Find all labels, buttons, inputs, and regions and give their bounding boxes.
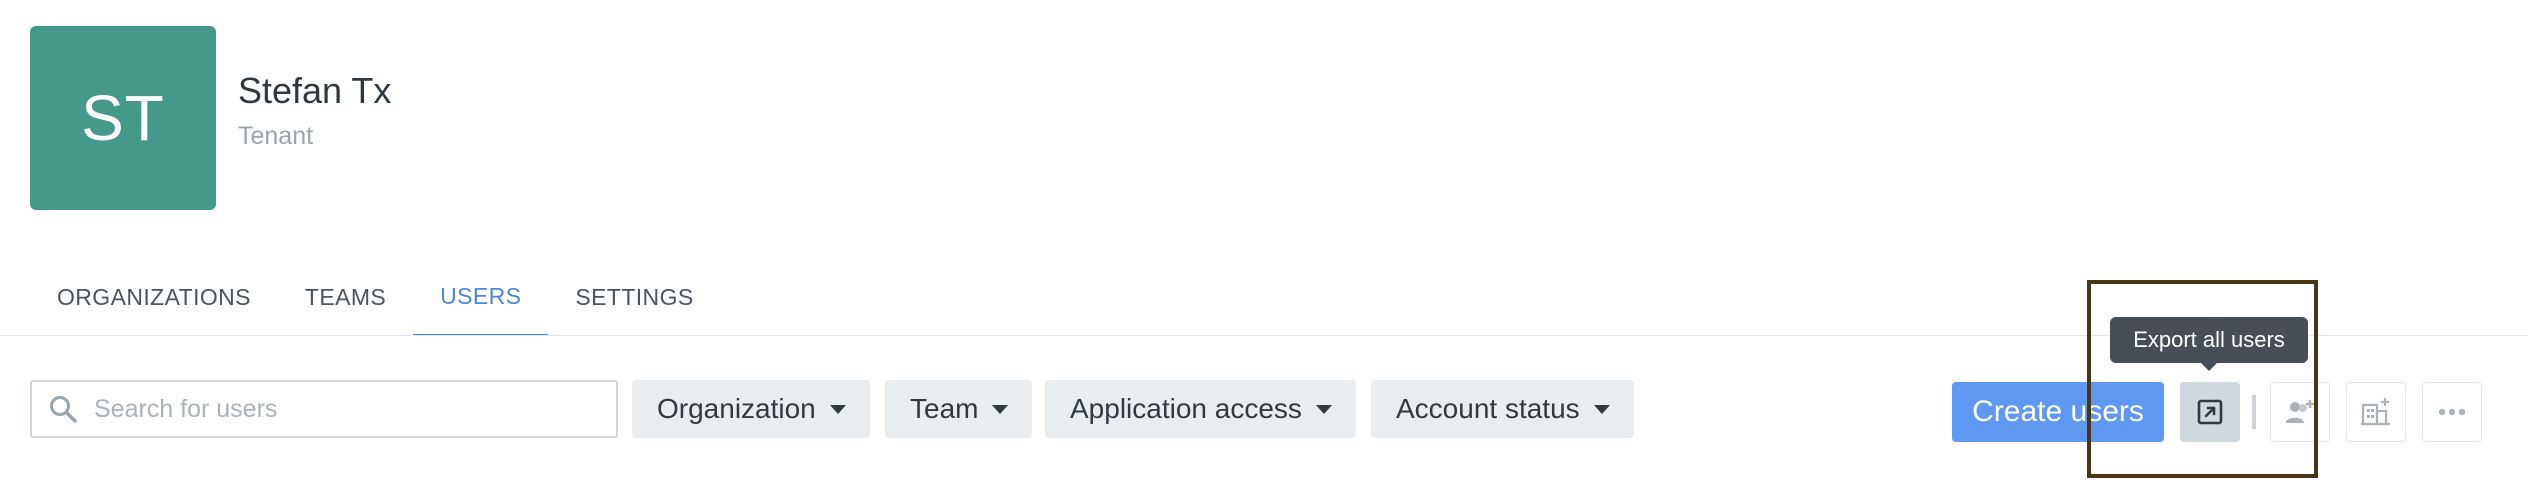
tooltip-arrow	[2200, 362, 2218, 371]
search-icon	[50, 396, 77, 423]
organization-filter[interactable]: Organization	[632, 380, 870, 438]
application-access-filter-label: Application access	[1070, 393, 1302, 424]
account-status-filter[interactable]: Account status	[1371, 380, 1634, 438]
tenant-name: Stefan Tx	[238, 70, 392, 111]
more-icon	[2438, 408, 2466, 416]
chevron-down-icon	[829, 404, 846, 414]
account-status-filter-label: Account status	[1396, 393, 1580, 424]
tab-bar: ORGANIZATIONS TEAMS USERS SETTINGS	[30, 258, 721, 336]
more-actions-button[interactable]	[2422, 382, 2482, 442]
tab-settings[interactable]: SETTINGS	[548, 258, 720, 336]
highlight-box	[2087, 280, 2318, 478]
create-users-button[interactable]: Create users	[1952, 382, 2164, 442]
organization-filter-label: Organization	[657, 393, 816, 424]
tab-organizations[interactable]: ORGANIZATIONS	[30, 258, 278, 336]
add-organization-icon	[2361, 398, 2390, 426]
chevron-down-icon	[992, 404, 1009, 414]
search-box[interactable]	[30, 380, 618, 438]
search-input[interactable]	[92, 393, 576, 425]
toolbar-separator	[2252, 395, 2256, 429]
team-filter[interactable]: Team	[885, 380, 1033, 438]
application-access-filter[interactable]: Application access	[1045, 380, 1356, 438]
tenant-initials: ST	[81, 82, 165, 154]
team-filter-label: Team	[910, 393, 979, 424]
add-user-icon	[2286, 400, 2314, 423]
tab-users[interactable]: USERS	[413, 258, 549, 336]
tab-teams[interactable]: TEAMS	[278, 258, 413, 336]
tenant-type: Tenant	[238, 122, 314, 150]
chevron-down-icon	[1315, 404, 1332, 414]
export-all-users-button[interactable]	[2180, 382, 2240, 442]
export-icon	[2197, 399, 2223, 425]
chevron-down-icon	[1593, 404, 1610, 414]
export-tooltip: Export all users	[2110, 317, 2308, 363]
add-user-button[interactable]	[2270, 382, 2330, 442]
tenant-avatar: ST	[30, 26, 216, 210]
add-organization-button[interactable]	[2346, 382, 2406, 442]
